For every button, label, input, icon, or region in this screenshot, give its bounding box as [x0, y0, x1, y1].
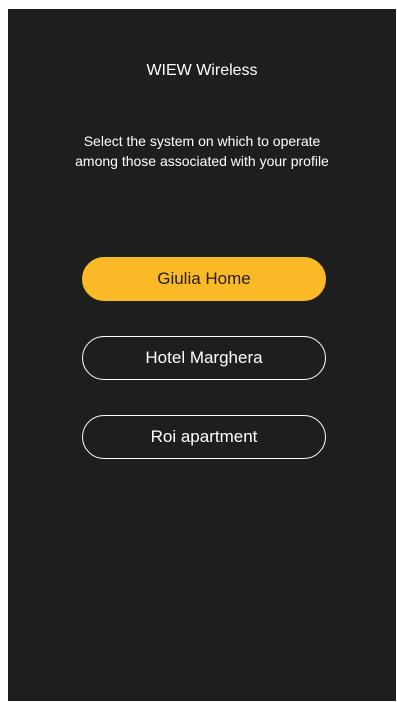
system-button-label: Roi apartment — [150, 427, 258, 446]
system-button-label: Hotel Marghera — [145, 348, 263, 367]
system-button-hotel-marghera[interactable]: Hotel Marghera — [82, 336, 326, 380]
system-button-roi-apartment[interactable]: Roi apartment — [82, 415, 326, 459]
instructions-line-1: Select the system on which to operate — [83, 133, 321, 149]
system-list: Giulia Home Hotel Marghera Roi apartment — [82, 257, 326, 494]
instructions-line-2: among those associated with your profile — [75, 153, 329, 169]
app-title: WIEW Wireless — [146, 62, 258, 79]
app-screen: WIEW Wireless Select the system on which… — [8, 9, 396, 701]
instructions-text: Select the system on which to operate am… — [28, 131, 376, 171]
system-button-label: Giulia Home — [157, 269, 251, 288]
system-button-giulia-home[interactable]: Giulia Home — [82, 257, 326, 301]
